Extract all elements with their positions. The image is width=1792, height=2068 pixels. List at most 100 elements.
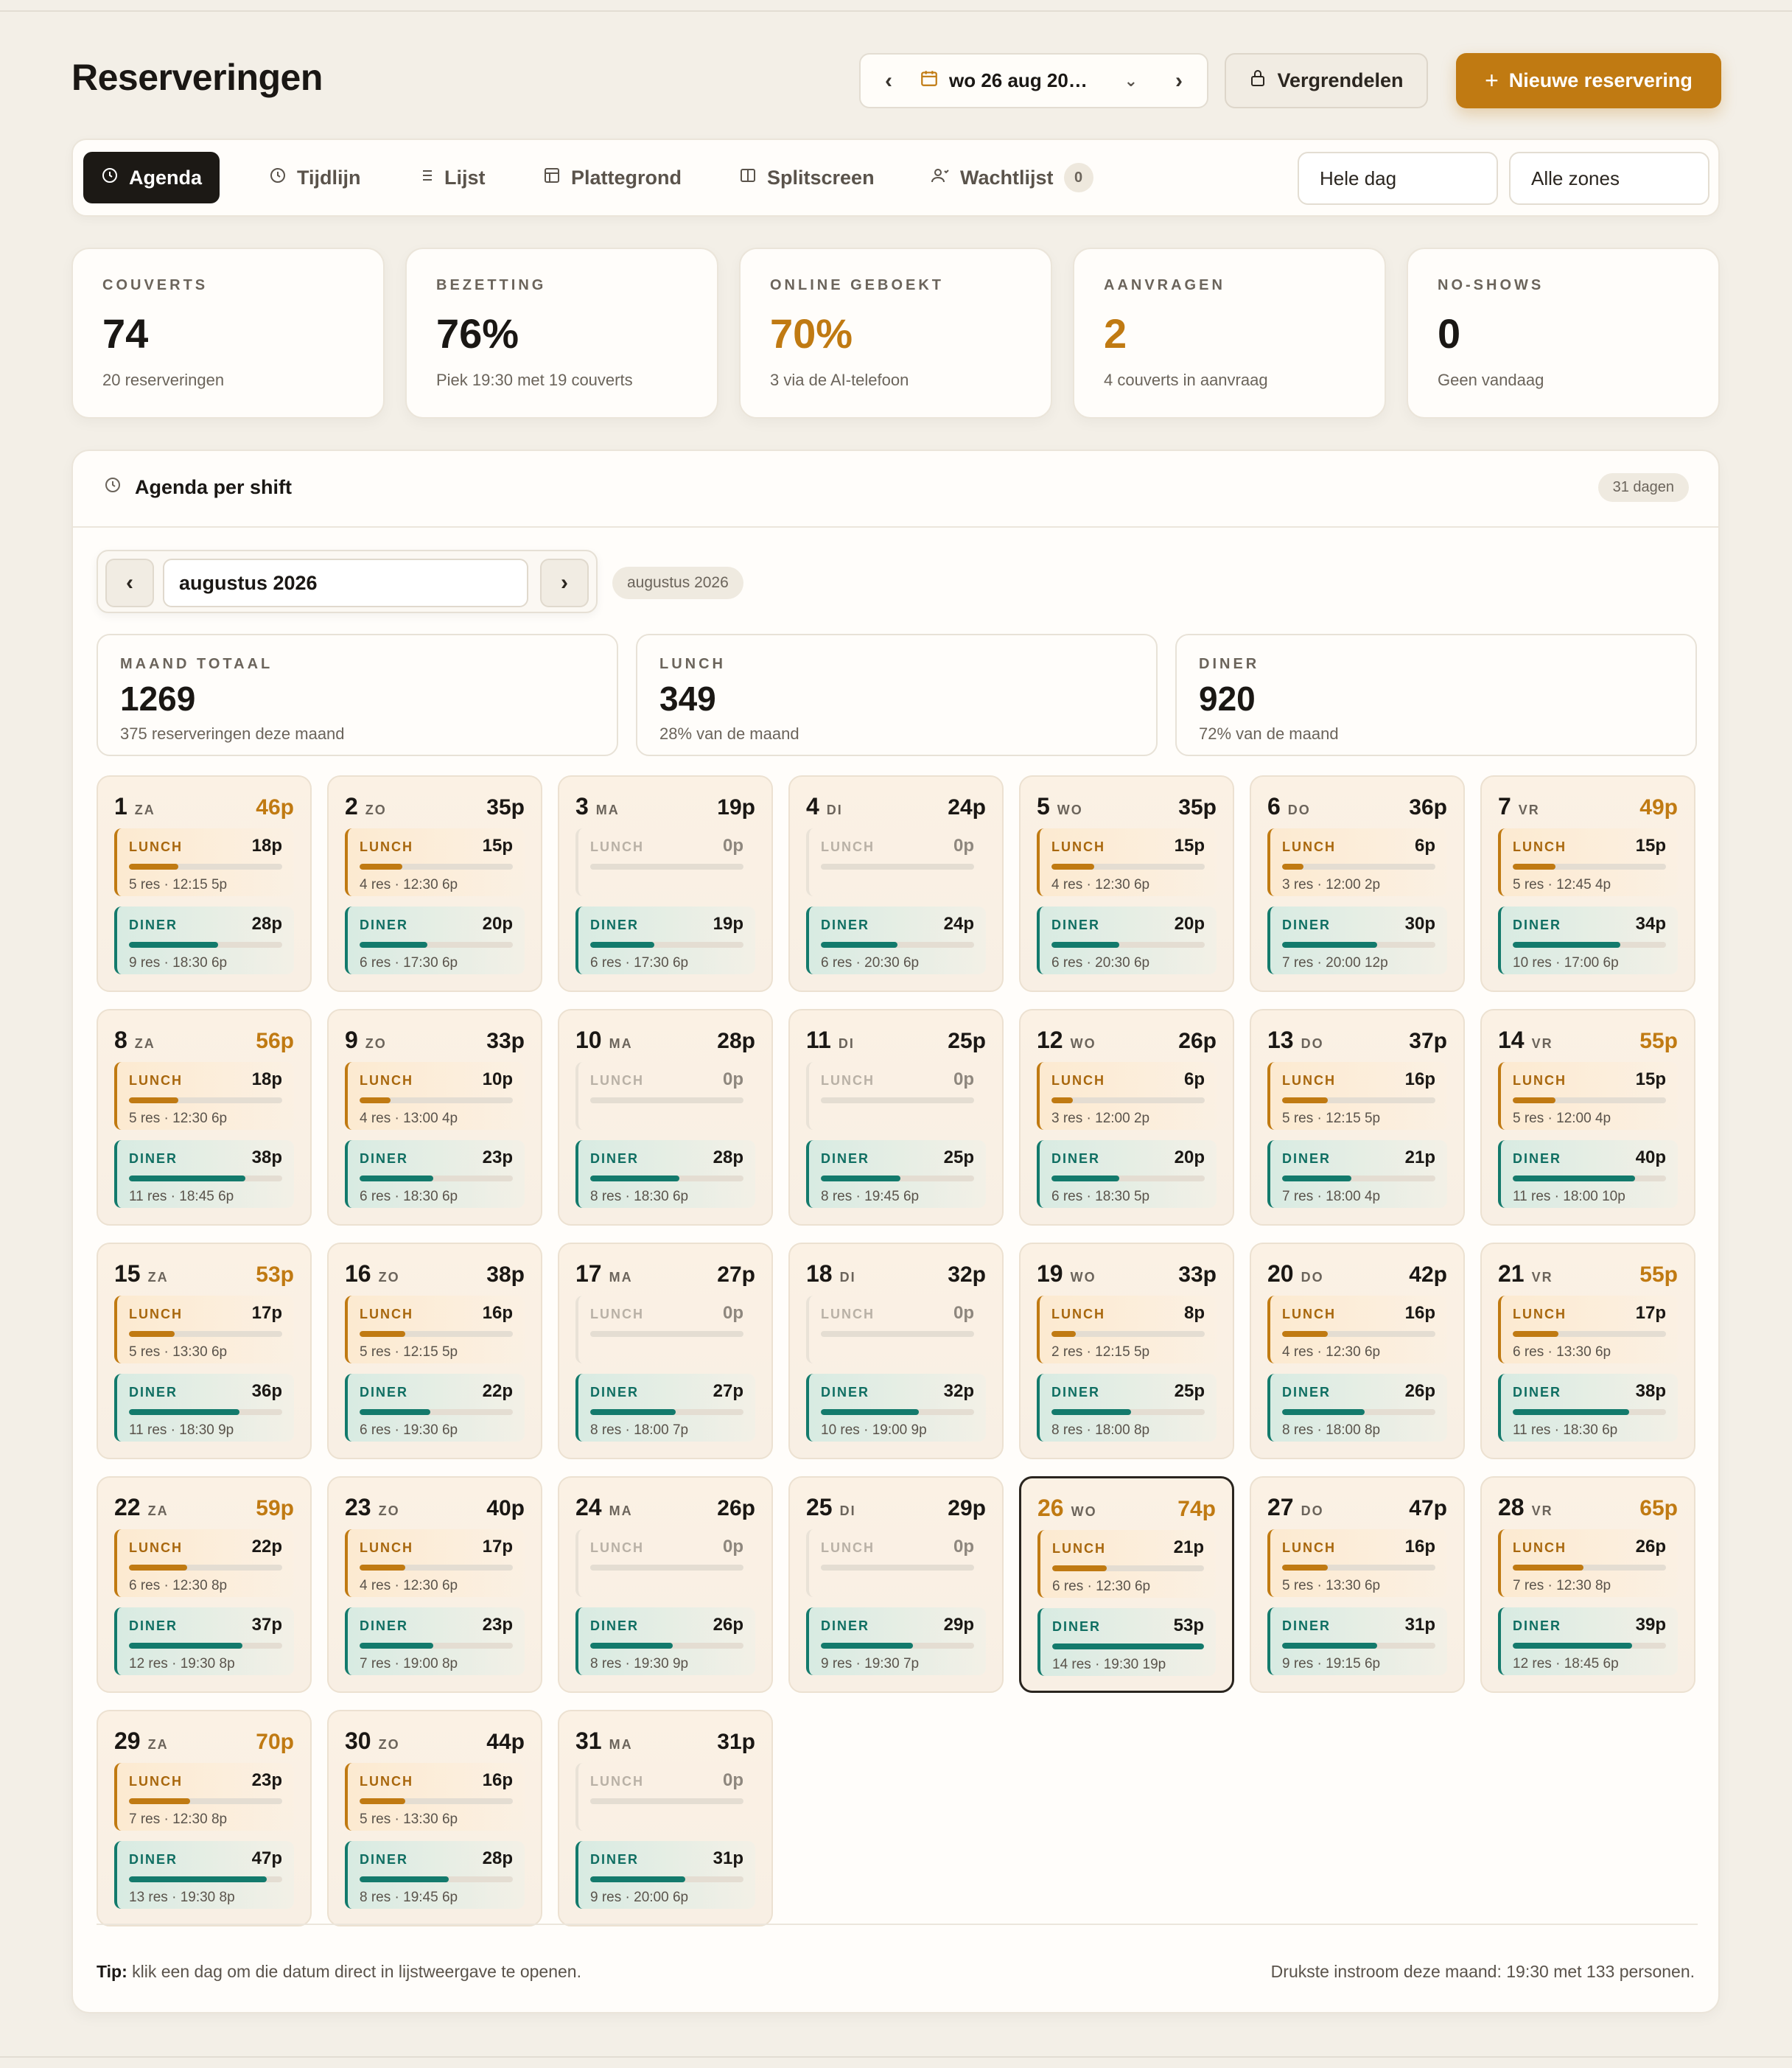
shift-count: 30p [1404,914,1435,934]
day-card[interactable]: 29 ZA 70p LUNCH 23p 7 res · 12:30 8p DINER 47p 1… [97,1710,312,1926]
day-card[interactable]: 11 DI 25p LUNCH 0p DINER 25p 8 res · 19:45 6p [788,1009,1004,1226]
day-number: 24 [575,1494,602,1520]
shift-detail: 9 res · 19:30 7p [821,1656,920,1671]
day-card[interactable]: 30 ZO 44p LUNCH 16p 5 res · 13:30 6p DINER 28p 8… [327,1710,542,1926]
day-card[interactable]: 14 VR 55p LUNCH 15p 5 res · 12:00 4p DINER 40p 1… [1480,1009,1695,1226]
new-reservation-button[interactable]: + Nieuwe reservering [1456,53,1721,108]
lunch-shift: LUNCH 23p 7 res · 12:30 8p [114,1763,294,1831]
shift-count: 38p [251,1147,282,1167]
day-card[interactable]: 22 ZA 59p LUNCH 22p 6 res · 12:30 8p DINER 37p 1… [97,1476,312,1693]
tab-splitscreen[interactable]: Splitscreen [721,152,892,203]
shift-name: DINER [590,1151,640,1166]
day-header: 26 WO 74p [1037,1495,1216,1521]
shift-bar-fill [1513,1176,1636,1181]
shift-bar [590,1409,743,1415]
day-card[interactable]: 5 WO 35p LUNCH 15p 4 res · 12:30 6p DINER 20p 6 … [1019,775,1234,992]
lunch-shift: LUNCH 0p [806,1062,986,1130]
day-total: 56p [256,1029,294,1053]
tab-tijdlijn[interactable]: Tijdlijn [251,152,379,203]
shift-count: 23p [251,1770,282,1790]
day-card[interactable]: 7 VR 49p LUNCH 15p 5 res · 12:45 4p DINER 34p 10… [1480,775,1695,992]
shift-name: LUNCH [590,1073,644,1088]
shift-bar-fill [129,942,218,948]
shift-detail: 5 res · 13:30 6p [1282,1578,1381,1593]
day-total: 28p [717,1029,755,1053]
day-card[interactable]: 24 MA 26p LUNCH 0p DINER 26p 8 res · 19:30 9p [558,1476,773,1693]
day-card[interactable]: 6 DO 36p LUNCH 6p 3 res · 12:00 2p DINER 30p 7 r… [1250,775,1465,992]
day-total: 49p [1639,795,1678,820]
shift-detail: 8 res · 18:00 8p [1282,1422,1381,1438]
next-month-button[interactable]: › [540,559,589,607]
shift-count: 16p [482,1770,513,1790]
day-header: 30 ZO 44p [345,1728,525,1754]
shift-name: LUNCH [1051,1307,1105,1321]
diner-shift: DINER 20p 6 res · 18:30 5p [1037,1140,1217,1208]
shift-bar-fill [821,1409,920,1415]
shift-count: 10p [482,1069,513,1089]
day-card[interactable]: 9 ZO 33p LUNCH 10p 4 res · 13:00 4p DINER 23p 6 … [327,1009,542,1226]
day-card[interactable]: 13 DO 37p LUNCH 16p 5 res · 12:15 5p DINER 21p 7… [1250,1009,1465,1226]
day-card[interactable]: 21 VR 55p LUNCH 17p 6 res · 13:30 6p DINER 38p 1… [1480,1243,1695,1459]
day-header: 21 VR 55p [1498,1260,1678,1287]
day-card[interactable]: 17 MA 27p LUNCH 0p DINER 27p 8 res · 18:00 7p [558,1243,773,1459]
tab-wachtlijst[interactable]: Wachtlijst 0 [913,152,1111,203]
day-weekday: ZO [365,803,387,817]
shift-bar-fill [1513,1565,1583,1571]
day-card[interactable]: 25 DI 29p LUNCH 0p DINER 29p 9 res · 19:30 7p [788,1476,1004,1693]
stat-card-no-shows: NO-SHOWS 0 Geen vandaag [1407,248,1720,419]
day-total: 46p [256,795,294,820]
day-card[interactable]: 19 WO 33p LUNCH 8p 2 res · 12:15 5p DINER 25p 8 … [1019,1243,1234,1459]
shift-bar [1282,1565,1435,1571]
lunch-shift: LUNCH 15p 5 res · 12:45 4p [1498,828,1678,896]
tab-plattegrond[interactable]: Plattegrond [525,152,699,203]
day-card[interactable]: 4 DI 24p LUNCH 0p DINER 24p 6 res · 20:30 6p [788,775,1004,992]
shift-detail: 7 res · 19:00 8p [360,1656,458,1671]
shift-name: DINER [590,1385,640,1400]
day-card[interactable]: 23 ZO 40p LUNCH 17p 4 res · 12:30 6p DINER 23p 7… [327,1476,542,1693]
summary-value: 1269 [120,680,196,718]
shift-detail: 5 res · 12:15 5p [360,1344,458,1360]
day-card[interactable]: 1 ZA 46p LUNCH 18p 5 res · 12:15 5p DINER 28p 9 … [97,775,312,992]
shift-count: 0p [722,1770,743,1790]
month-input[interactable]: augustus 2026 [163,559,528,607]
day-header: 23 ZO 40p [345,1494,525,1520]
shift-name: LUNCH [129,1774,183,1789]
day-card[interactable]: 16 ZO 38p LUNCH 16p 5 res · 12:15 5p DINER 22p 6… [327,1243,542,1459]
date-picker[interactable]: ‹ wo 26 aug 20… ⌄ › [859,53,1208,108]
time-filter-select[interactable]: Hele dag [1298,152,1498,205]
day-card[interactable]: 8 ZA 56p LUNCH 18p 5 res · 12:30 6p DINER 38p 11… [97,1009,312,1226]
day-card[interactable]: 15 ZA 53p LUNCH 17p 5 res · 13:30 6p DINER 36p 1… [97,1243,312,1459]
chevron-down-icon[interactable]: ⌄ [1124,71,1138,91]
shift-bar-fill [1282,1409,1365,1415]
day-card[interactable]: 2 ZO 35p LUNCH 15p 4 res · 12:30 6p DINER 20p 6 … [327,775,542,992]
day-card[interactable]: 18 DI 32p LUNCH 0p DINER 32p 10 res · 19:00 9p [788,1243,1004,1459]
day-number: 19 [1037,1260,1063,1287]
day-card[interactable]: 26 WO 74p LUNCH 21p 6 res · 12:30 6p DINER 53p 1… [1019,1476,1234,1693]
day-card[interactable]: 28 VR 65p LUNCH 26p 7 res · 12:30 8p DINER 39p 1… [1480,1476,1695,1693]
diner-shift: DINER 29p 9 res · 19:30 7p [806,1607,986,1675]
zone-filter-select[interactable]: Alle zones [1509,152,1709,205]
day-card[interactable]: 10 MA 28p LUNCH 0p DINER 28p 8 res · 18:30 6p [558,1009,773,1226]
day-card[interactable]: 31 MA 31p LUNCH 0p DINER 31p 9 res · 20:00 6p [558,1710,773,1926]
day-weekday: DO [1301,1270,1324,1285]
day-card[interactable]: 12 WO 26p LUNCH 6p 3 res · 12:00 2p DINER 20p 6 … [1019,1009,1234,1226]
stat-sub: Geen vandaag [1438,371,1544,389]
tab-lijst[interactable]: Lijst [399,152,503,203]
lock-button[interactable]: Vergrendelen [1225,53,1428,108]
shift-bar-fill [1513,1097,1556,1103]
day-weekday: WO [1071,1504,1097,1519]
shift-bar-fill [1051,1409,1132,1415]
shift-bar [129,1331,282,1337]
prev-month-button[interactable]: ‹ [105,559,154,607]
prev-day-chevron-icon[interactable]: ‹ [875,69,902,94]
next-day-chevron-icon[interactable]: › [1166,69,1192,94]
shift-bar-fill [360,942,427,948]
tab-agenda[interactable]: Agenda [83,152,220,203]
lunch-shift: LUNCH 21p 6 res · 12:30 6p [1037,1530,1216,1598]
day-card[interactable]: 27 DO 47p LUNCH 16p 5 res · 13:30 6p DINER 31p 9… [1250,1476,1465,1693]
shift-detail: 6 res · 20:30 6p [1051,955,1150,971]
day-card[interactable]: 3 MA 19p LUNCH 0p DINER 19p 6 res · 17:30 6p [558,775,773,992]
shift-name: LUNCH [360,839,413,854]
day-card[interactable]: 20 DO 42p LUNCH 16p 4 res · 12:30 6p DINER 26p 8… [1250,1243,1465,1459]
shift-bar [590,1097,743,1103]
